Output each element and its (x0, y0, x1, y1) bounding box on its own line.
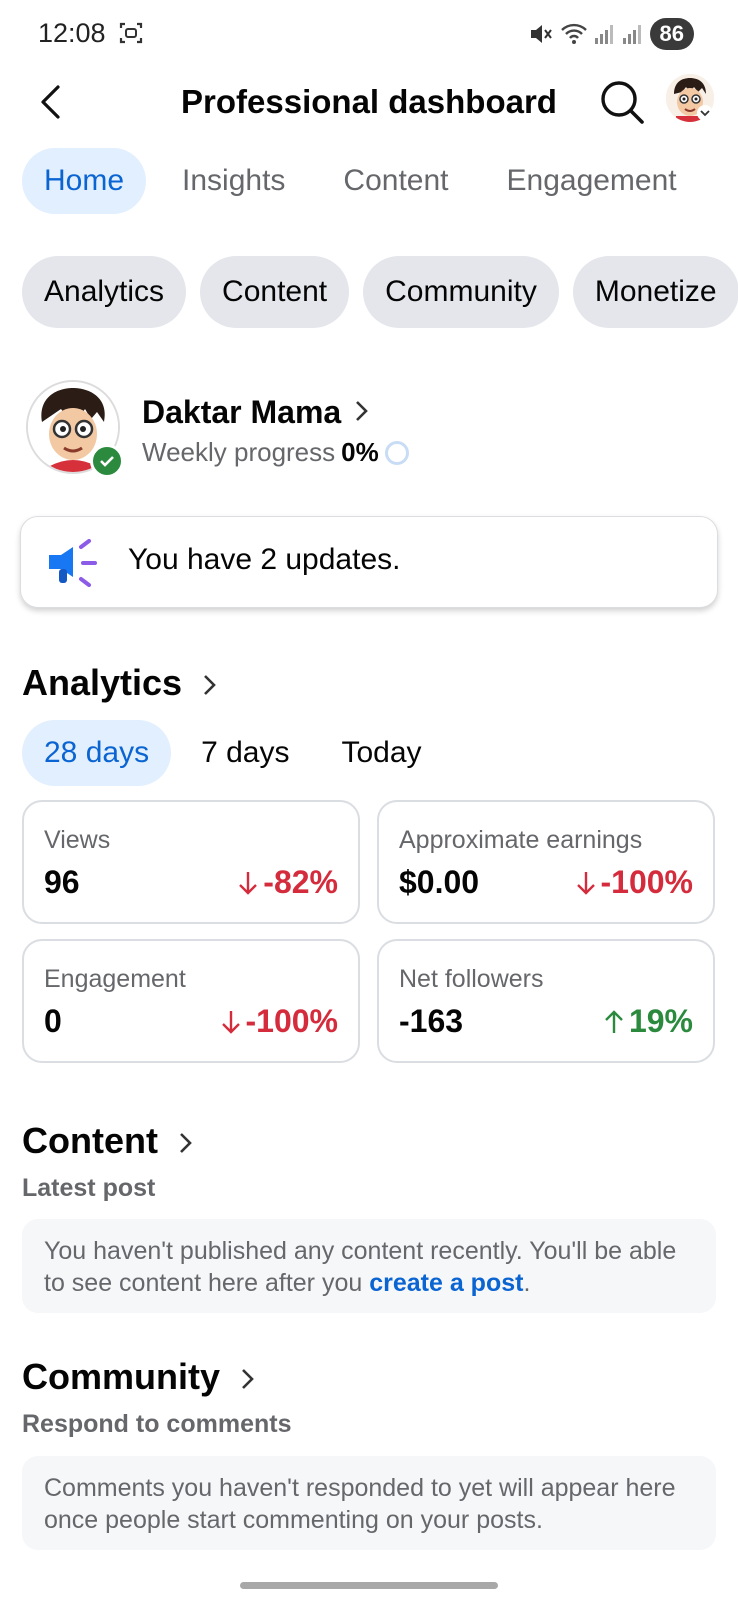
updates-text: You have 2 updates. (128, 543, 401, 576)
metric-card-engagement[interactable]: Engagement 0 -100% (22, 939, 360, 1063)
status-icons: 86 (528, 18, 694, 50)
header: Professional dashboard (0, 70, 738, 150)
updates-card[interactable]: You have 2 updates. (20, 516, 718, 608)
range-7-days[interactable]: 7 days (179, 720, 311, 786)
chevron-down-icon (697, 105, 713, 121)
metric-value: $0.00 (399, 864, 480, 900)
metric-label: Net followers (399, 965, 544, 993)
weekly-progress-label: Weekly progress (142, 437, 336, 467)
metric-change-value: -100% (600, 864, 694, 900)
community-title[interactable]: Community (22, 1356, 220, 1398)
metric-card-earnings[interactable]: Approximate earnings $0.00 -100% (377, 800, 715, 924)
metric-label: Engagement (44, 965, 186, 993)
metric-change: -100% (575, 864, 694, 901)
metric-change-value: -100% (245, 1003, 339, 1039)
range-today[interactable]: Today (319, 720, 443, 786)
metric-change-value: 19% (628, 1003, 693, 1039)
signal-icon-2 (622, 25, 641, 44)
battery-level: 86 (649, 18, 694, 50)
status-time: 12:08 (38, 18, 106, 48)
mute-icon (530, 25, 552, 43)
home-indicator[interactable] (240, 1582, 498, 1589)
metric-value: -163 (399, 1003, 464, 1039)
create-post-link[interactable]: create a post (369, 1269, 523, 1297)
content-message-text: You haven't published any content recent… (44, 1237, 677, 1297)
metric-label: Views (44, 826, 111, 854)
metric-change: -100% (220, 1003, 339, 1040)
content-title[interactable]: Content (22, 1120, 158, 1162)
community-subtitle: Respond to comments (22, 1410, 292, 1438)
chip-analytics[interactable]: Analytics (22, 256, 187, 328)
wifi-icon (560, 23, 587, 44)
verified-check-icon (90, 444, 124, 478)
metric-card-views[interactable]: Views 96 -82% (22, 800, 360, 924)
metric-label: Approximate earnings (399, 826, 643, 854)
chevron-right-icon[interactable] (240, 1366, 256, 1392)
metric-value: 96 (44, 864, 80, 900)
tab-home[interactable]: Home (22, 148, 147, 214)
metric-card-net-followers[interactable]: Net followers -163 19% (377, 939, 715, 1063)
metric-change: 19% (603, 1003, 693, 1040)
content-message-end: . (523, 1269, 531, 1297)
community-empty-message: Comments you haven't responded to yet wi… (22, 1456, 716, 1550)
content-empty-message: You haven't published any content recent… (22, 1219, 716, 1313)
progress-ring-icon (384, 440, 409, 465)
search-icon[interactable] (596, 76, 648, 128)
chevron-right-icon[interactable] (178, 1130, 194, 1156)
metric-change-value: -82% (263, 864, 338, 900)
tab-content[interactable]: Content (321, 148, 470, 214)
profile-name: Daktar Mama (142, 394, 342, 430)
arrow-down-icon (239, 871, 258, 895)
metric-change: -82% (237, 864, 338, 901)
range-28-days[interactable]: 28 days (22, 720, 172, 786)
weekly-progress: Weekly progress 0% (142, 437, 409, 468)
chip-community[interactable]: Community (363, 256, 559, 328)
chevron-right-icon (356, 401, 368, 421)
category-chips: Analytics Content Community Monetize (22, 256, 738, 328)
date-range-tabs: 28 days 7 days Today (22, 720, 444, 786)
signal-icon (594, 25, 613, 44)
metric-value: 0 (44, 1003, 62, 1039)
dashboard-tabs: Home Insights Content Engagement (22, 148, 699, 214)
megaphone-icon (49, 539, 97, 587)
chip-monetize[interactable]: Monetize (572, 256, 738, 328)
chevron-right-icon[interactable] (202, 672, 218, 698)
arrow-down-icon (221, 1010, 240, 1034)
content-subtitle: Latest post (22, 1174, 156, 1202)
analytics-title[interactable]: Analytics (22, 662, 182, 704)
tab-insights[interactable]: Insights (160, 148, 307, 214)
chip-content[interactable]: Content (200, 256, 350, 328)
tab-engagement[interactable]: Engagement (485, 148, 699, 214)
screenshot-icon (119, 22, 143, 44)
profile-summary[interactable]: Daktar Mama Weekly progress 0% (26, 380, 716, 480)
arrow-up-icon (605, 1009, 623, 1033)
weekly-progress-value: 0% (341, 437, 379, 467)
status-bar: 12:08 86 (0, 0, 738, 70)
arrow-down-icon (576, 871, 595, 895)
